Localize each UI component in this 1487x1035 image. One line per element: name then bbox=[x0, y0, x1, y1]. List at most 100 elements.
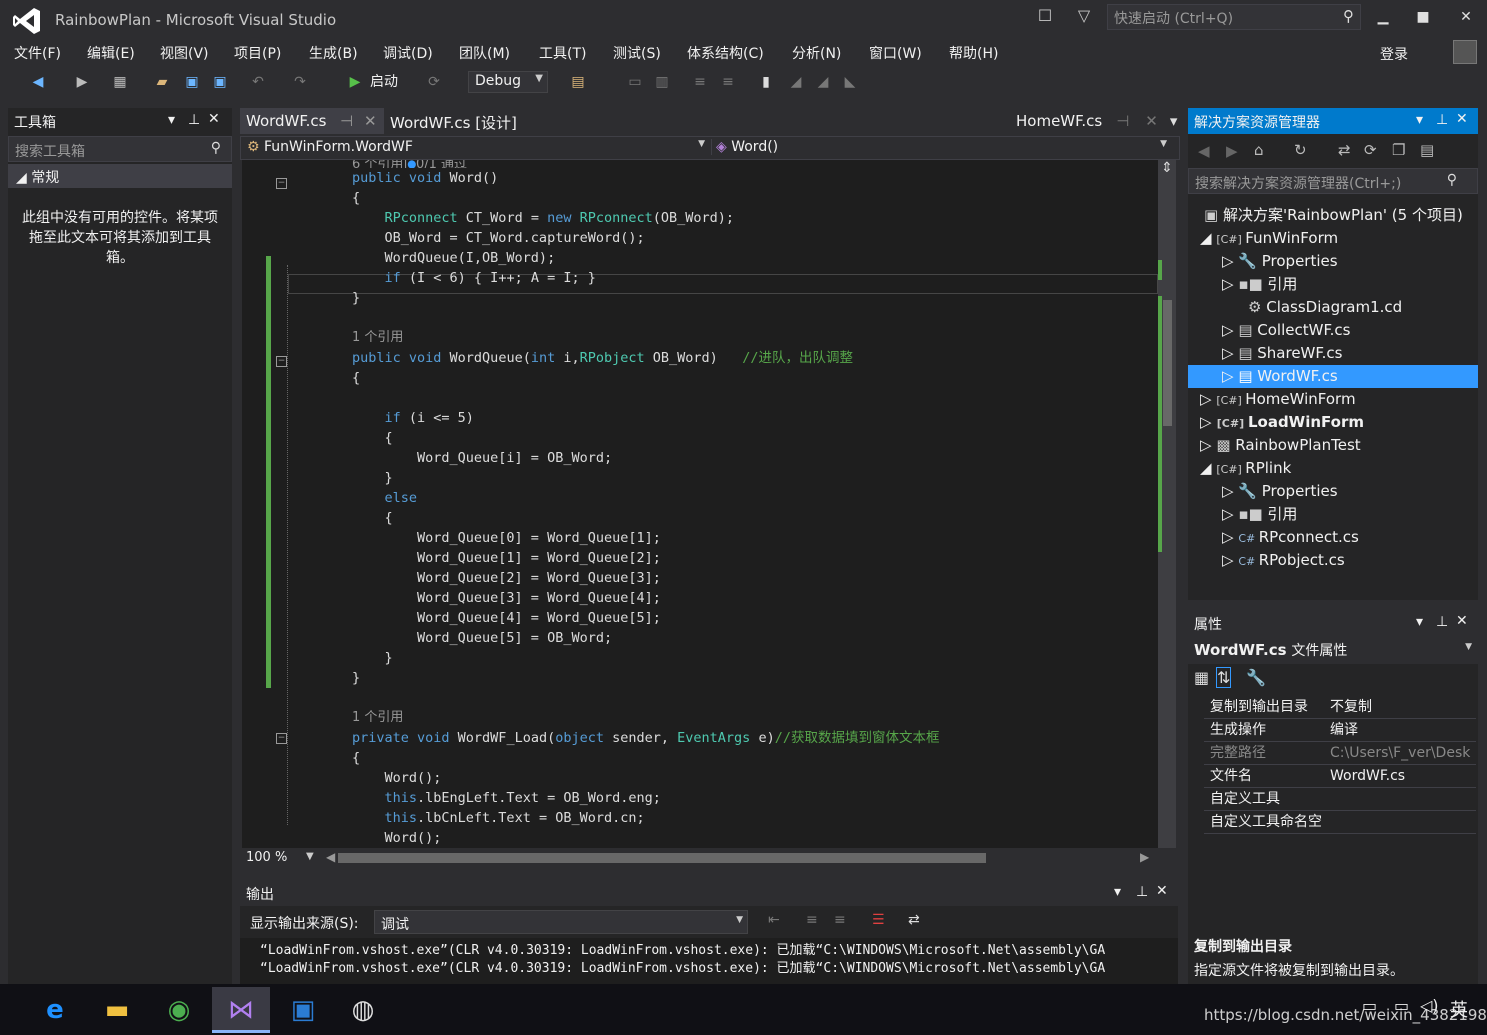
property-row[interactable]: 生成操作 编译 bbox=[1204, 719, 1476, 742]
refresh-icon[interactable]: ⟳ bbox=[1364, 141, 1377, 159]
tree-rpobject[interactable]: ▷ C# RPobject.cs bbox=[1188, 549, 1478, 572]
property-pages-icon[interactable]: 🔧 bbox=[1246, 668, 1266, 687]
output-log[interactable]: “LoadWinFrom.vshost.exe”(CLR v4.0.30319:… bbox=[240, 938, 1178, 984]
uncomment-icon[interactable]: ≡ bbox=[718, 70, 738, 94]
menu-debug[interactable]: 调试(D) bbox=[383, 43, 433, 63]
word-wrap-icon[interactable]: ⇄ bbox=[908, 912, 920, 928]
layout-icon[interactable]: ▥ bbox=[652, 70, 672, 94]
collapse-all-icon[interactable]: ❐ bbox=[1392, 141, 1405, 159]
menu-help[interactable]: 帮助(H) bbox=[949, 43, 998, 63]
menu-architecture[interactable]: 体系结构(C) bbox=[687, 43, 764, 63]
save-all-icon[interactable]: ▣ bbox=[210, 70, 230, 94]
prev-bookmark-icon[interactable]: ◢ bbox=[786, 70, 806, 94]
menu-test[interactable]: 测试(S) bbox=[613, 43, 661, 63]
close-icon[interactable]: ✕ bbox=[1145, 112, 1158, 130]
tab-wordwf-designer[interactable]: WordWF.cs [设计] bbox=[384, 108, 523, 134]
split-icon[interactable]: ⇕ bbox=[1158, 160, 1176, 176]
goto-error-icon[interactable]: ⇤ bbox=[768, 912, 780, 928]
forward-icon[interactable]: ▶ bbox=[1226, 142, 1238, 160]
browser-360-icon[interactable]: ◉ bbox=[154, 987, 204, 1033]
next-bookmark-icon[interactable]: ◢ bbox=[813, 70, 833, 94]
tree-project-rplink[interactable]: ◢ [C#] RPlink bbox=[1188, 457, 1478, 480]
collapse-icon[interactable]: − bbox=[276, 178, 287, 189]
property-row[interactable]: 复制到输出目录 不复制 bbox=[1204, 696, 1476, 719]
login-link[interactable]: 登录 bbox=[1380, 44, 1408, 64]
property-row[interactable]: 文件名 WordWF.cs bbox=[1204, 765, 1476, 788]
toolbox-group-general[interactable]: ◢ 常规 bbox=[8, 164, 232, 188]
show-all-files-icon[interactable]: ▤ bbox=[1420, 141, 1434, 159]
refresh-icon[interactable]: ⟳ bbox=[424, 70, 444, 94]
clear-bookmark-icon[interactable]: ◣ bbox=[840, 70, 860, 94]
tab-wordwf-cs[interactable]: WordWF.cs ⊣ ✕ bbox=[240, 108, 384, 134]
close-icon[interactable]: ✕ bbox=[1456, 613, 1468, 629]
pending-changes-icon[interactable]: ⇄ bbox=[1338, 141, 1351, 159]
tree-project-rainbowplantest[interactable]: ▷ ▩ RainbowPlanTest bbox=[1188, 434, 1478, 457]
code-editor[interactable]: − − − 6 个引用|●0/1 通过 public void Word(){ R… bbox=[242, 160, 1158, 848]
tree-project-homewinform[interactable]: ▷ [C#] HomeWinForm bbox=[1188, 388, 1478, 411]
redo-icon[interactable]: ↷ bbox=[290, 70, 310, 94]
back-icon[interactable]: ◀ bbox=[1198, 142, 1210, 160]
properties-object-select[interactable]: WordWF.cs 文件属性 ▼ bbox=[1188, 636, 1478, 664]
tree-properties[interactable]: ▷ 🔧 Properties bbox=[1188, 480, 1478, 503]
property-row[interactable]: 自定义工具命名空 bbox=[1204, 811, 1476, 834]
menu-team[interactable]: 团队(M) bbox=[459, 43, 510, 63]
scroll-left-icon[interactable]: ◀ bbox=[326, 850, 335, 864]
pin-icon[interactable]: ⊣ bbox=[1116, 112, 1129, 130]
bookmark-icon[interactable]: ▮ bbox=[756, 70, 776, 94]
categorized-icon[interactable]: ▦ bbox=[1194, 668, 1209, 687]
alphabetical-icon[interactable]: ⇅ bbox=[1216, 667, 1232, 688]
sync-icon[interactable]: ↻ bbox=[1294, 141, 1307, 159]
pin-icon[interactable]: ⊥ bbox=[1436, 112, 1448, 128]
collapse-icon[interactable]: − bbox=[276, 733, 287, 744]
scroll-right-icon[interactable]: ▶ bbox=[1140, 850, 1149, 864]
collapse-icon[interactable]: − bbox=[276, 356, 287, 367]
menu-view[interactable]: 视图(V) bbox=[160, 43, 209, 63]
close-icon[interactable]: ✕ bbox=[1156, 883, 1168, 899]
pin-icon[interactable]: ⊥ bbox=[1136, 884, 1148, 900]
close-icon[interactable]: ✕ bbox=[208, 111, 220, 127]
comment-icon[interactable]: ≡ bbox=[690, 70, 710, 94]
align-icon[interactable]: ▭ bbox=[625, 70, 645, 94]
tree-references[interactable]: ▷ ▪■ 引用 bbox=[1188, 503, 1478, 526]
forward-icon[interactable]: ▶ bbox=[72, 70, 92, 94]
maximize-button[interactable]: ■ bbox=[1409, 6, 1437, 28]
menu-window[interactable]: 窗口(W) bbox=[869, 43, 922, 63]
property-row[interactable]: 自定义工具 bbox=[1204, 788, 1476, 811]
menu-project[interactable]: 项目(P) bbox=[234, 43, 281, 63]
quick-launch-input[interactable]: 快速启动 (Ctrl+Q) ⚲ bbox=[1107, 4, 1361, 30]
open-file-icon[interactable]: ▰ bbox=[152, 70, 172, 94]
chevron-down-icon[interactable]: ▾ bbox=[1416, 112, 1423, 128]
file-explorer-icon[interactable]: ▬ bbox=[92, 987, 142, 1033]
chevron-down-icon[interactable]: ▾ bbox=[168, 112, 175, 128]
editor-vertical-scrollbar[interactable]: ⇕ bbox=[1158, 160, 1176, 848]
solution-configuration-select[interactable]: Debug ▼ bbox=[468, 71, 548, 93]
menu-tools[interactable]: 工具(T) bbox=[539, 43, 586, 63]
back-icon[interactable]: ◀ bbox=[28, 70, 48, 94]
chevron-down-icon[interactable]: ▾ bbox=[1170, 112, 1178, 130]
feedback-icon[interactable]: ☐ bbox=[1033, 4, 1057, 28]
close-button[interactable]: ✕ bbox=[1452, 6, 1480, 28]
zoom-level[interactable]: 100 % bbox=[246, 850, 287, 865]
menu-analyze[interactable]: 分析(N) bbox=[792, 43, 841, 63]
toolbox-search-input[interactable]: 搜索工具箱 ⚲ bbox=[8, 136, 232, 162]
home-icon[interactable]: ⌂ bbox=[1254, 141, 1264, 159]
tab-homewf-cs[interactable]: HomeWF.cs ⊣ ✕ ▾ bbox=[1010, 108, 1183, 134]
tree-collectwf[interactable]: ▷ ▤ CollectWF.cs bbox=[1188, 319, 1478, 342]
find-in-files-icon[interactable]: ▤ bbox=[568, 70, 588, 94]
menu-build[interactable]: 生成(B) bbox=[309, 43, 358, 63]
close-icon[interactable]: ✕ bbox=[364, 112, 377, 130]
new-project-icon[interactable]: ▦ bbox=[110, 70, 130, 94]
tree-rpconnect[interactable]: ▷ C# RPconnect.cs bbox=[1188, 526, 1478, 549]
pin-icon[interactable]: ⊥ bbox=[188, 112, 200, 128]
tree-project-loadwinform[interactable]: ▷ [C#] LoadWinForm bbox=[1188, 411, 1478, 434]
class-dropdown[interactable]: ⚙ FunWinForm.WordWF ▼ bbox=[247, 139, 709, 155]
clear-all-icon[interactable]: ☰ bbox=[872, 912, 885, 928]
close-icon[interactable]: ✕ bbox=[1456, 111, 1468, 127]
menu-edit[interactable]: 编辑(E) bbox=[87, 43, 135, 63]
edge-icon[interactable]: e bbox=[30, 987, 80, 1033]
chevron-down-icon[interactable]: ▼ bbox=[306, 851, 314, 862]
start-button[interactable]: 启动 bbox=[370, 70, 410, 94]
tree-sharewf[interactable]: ▷ ▤ ShareWF.cs bbox=[1188, 342, 1478, 365]
word-app-icon[interactable]: ▣ bbox=[278, 987, 328, 1033]
property-row[interactable]: 完整路径 C:\Users\F_ver\Desk bbox=[1204, 742, 1476, 765]
